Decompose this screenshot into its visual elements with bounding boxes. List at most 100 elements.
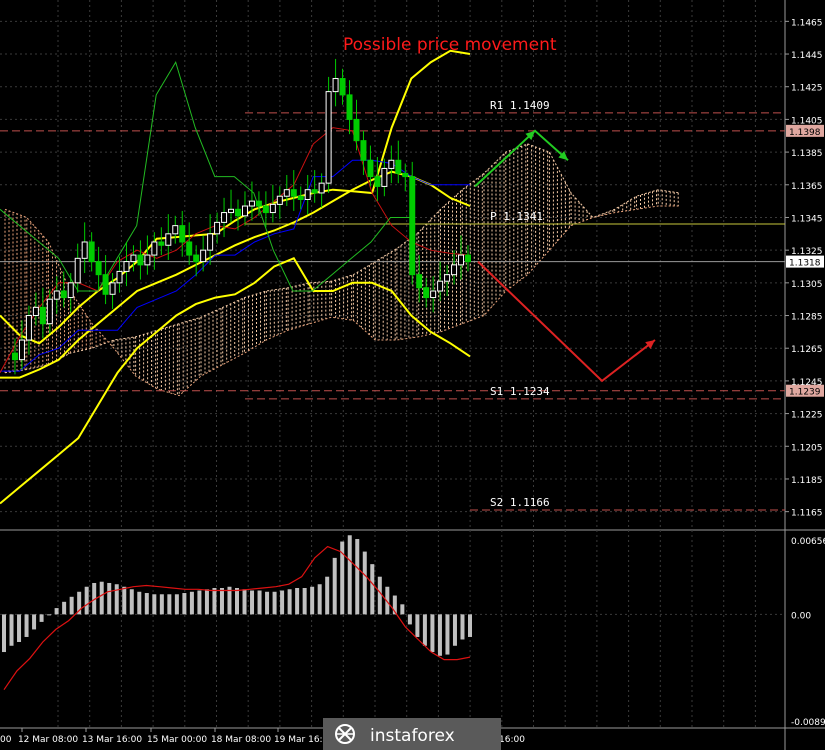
candle-body (60, 290, 67, 299)
macd-histogram-bar (122, 586, 127, 615)
candle-body (402, 172, 409, 178)
candle-body (200, 249, 207, 263)
time-label-fragment: 00 (0, 735, 12, 745)
candle-body (318, 182, 325, 194)
candle-body (290, 189, 297, 197)
price-tick-label: 1.1385 (791, 149, 823, 159)
macd-histogram-bar (430, 614, 435, 653)
macd-histogram-bar (189, 591, 194, 615)
macd-histogram-bar (295, 588, 300, 615)
macd-histogram-bar (437, 614, 442, 656)
candle-body (332, 78, 339, 93)
candle-body (388, 159, 395, 169)
macd-histogram-bar (257, 590, 262, 615)
macd-histogram-bar (250, 590, 255, 615)
macd-histogram-bar (407, 614, 412, 625)
candle-body (116, 270, 123, 284)
macd-histogram-bar (400, 604, 405, 615)
time-label: 15 Mar 00:00 (147, 735, 207, 745)
candle-body (416, 274, 423, 289)
candle-body (444, 274, 451, 282)
level-label-S1: S1 1.1234 (490, 385, 550, 398)
chart-title: Possible price movement (343, 35, 557, 55)
candle-body (221, 212, 228, 223)
macd-histogram-bar (370, 564, 375, 615)
watermark-text: instaforex (370, 726, 455, 746)
candle-body (11, 352, 18, 361)
macd-histogram-bar (107, 582, 112, 615)
macd-histogram-bar (362, 551, 367, 615)
candle-body (437, 280, 444, 292)
macd-histogram-bar (468, 614, 472, 637)
macd-histogram-bar (310, 586, 315, 615)
macd-histogram-bar (460, 614, 465, 640)
candle-body (214, 221, 221, 235)
price-tick-label: 1.1185 (791, 476, 823, 486)
level-label-R1: R1 1.1409 (490, 99, 550, 112)
candle-body (276, 195, 283, 205)
level-tag-label-R1-tag: 1.1398 (789, 128, 821, 138)
candle-body (262, 205, 269, 214)
macd-histogram-bar (325, 576, 330, 615)
candle-body (109, 282, 116, 295)
candle-body (304, 189, 311, 200)
candle-body (346, 94, 353, 120)
level-label-P: P 1.1341 (490, 210, 543, 223)
macd-histogram-bar (62, 601, 67, 615)
candle-body (39, 306, 46, 325)
macd-histogram-bar (242, 589, 247, 615)
price-tick-label: 1.1245 (791, 378, 823, 388)
candle-body (255, 200, 262, 207)
level-tag-label-S1-tag: 1.1239 (789, 388, 821, 398)
candle-body (32, 306, 39, 317)
candle-body (46, 298, 53, 325)
macd-histogram-bar (445, 614, 450, 655)
candle-body (67, 282, 74, 299)
candle-body (451, 264, 458, 276)
candle-body (381, 167, 388, 187)
macd-histogram-bar (144, 593, 149, 615)
macd-histogram-bar (159, 594, 164, 615)
candle-body (367, 159, 374, 178)
macd-histogram-bar (212, 588, 217, 615)
candle-body (430, 290, 437, 299)
macd-histogram-bar (355, 539, 360, 615)
price-tick-label: 1.1225 (791, 411, 823, 421)
macd-histogram-bar (39, 614, 44, 622)
macd-histogram-bar (54, 608, 59, 615)
macd-tick-label: -0.00897 (791, 718, 825, 728)
candle-body (374, 176, 381, 187)
macd-histogram-bar (287, 589, 292, 615)
price-tick-label: 1.1305 (791, 280, 823, 290)
price-tick-label: 1.1325 (791, 247, 823, 257)
price-tick-label: 1.1285 (791, 313, 823, 323)
candle-body (423, 287, 430, 299)
candle-body (339, 78, 346, 96)
macd-histogram-bar (167, 594, 172, 615)
price-tick-label: 1.1365 (791, 182, 823, 192)
candle-body (248, 200, 255, 207)
macd-histogram-bar (452, 614, 457, 646)
candle-body (144, 254, 151, 266)
macd-tick-label: 0.00656 (791, 537, 825, 547)
candle-body (186, 241, 193, 256)
macd-histogram-bar (197, 590, 202, 615)
macd-histogram-bar (129, 589, 134, 615)
candle-body (311, 189, 318, 194)
macd-histogram-bar (47, 614, 52, 616)
macd-histogram-bar (2, 614, 6, 653)
macd-histogram-bar (265, 591, 270, 615)
candle-body (207, 233, 214, 251)
macd-histogram-bar (99, 581, 104, 615)
candle-body (360, 140, 367, 161)
candle-body (151, 241, 158, 256)
macd-histogram-bar (317, 584, 322, 615)
candle-body (458, 254, 465, 266)
time-label: 16:00 (499, 735, 525, 745)
macd-histogram-bar (302, 588, 307, 615)
macd-histogram-bar (272, 591, 277, 615)
candle-body (193, 254, 200, 263)
macd-histogram-bar (422, 614, 427, 646)
trading-chart: R1 1.1409 1.1398 P 1.1341 1.1239 S1 1.1234 S2… (0, 0, 825, 750)
macd-histogram-bar (17, 614, 22, 642)
